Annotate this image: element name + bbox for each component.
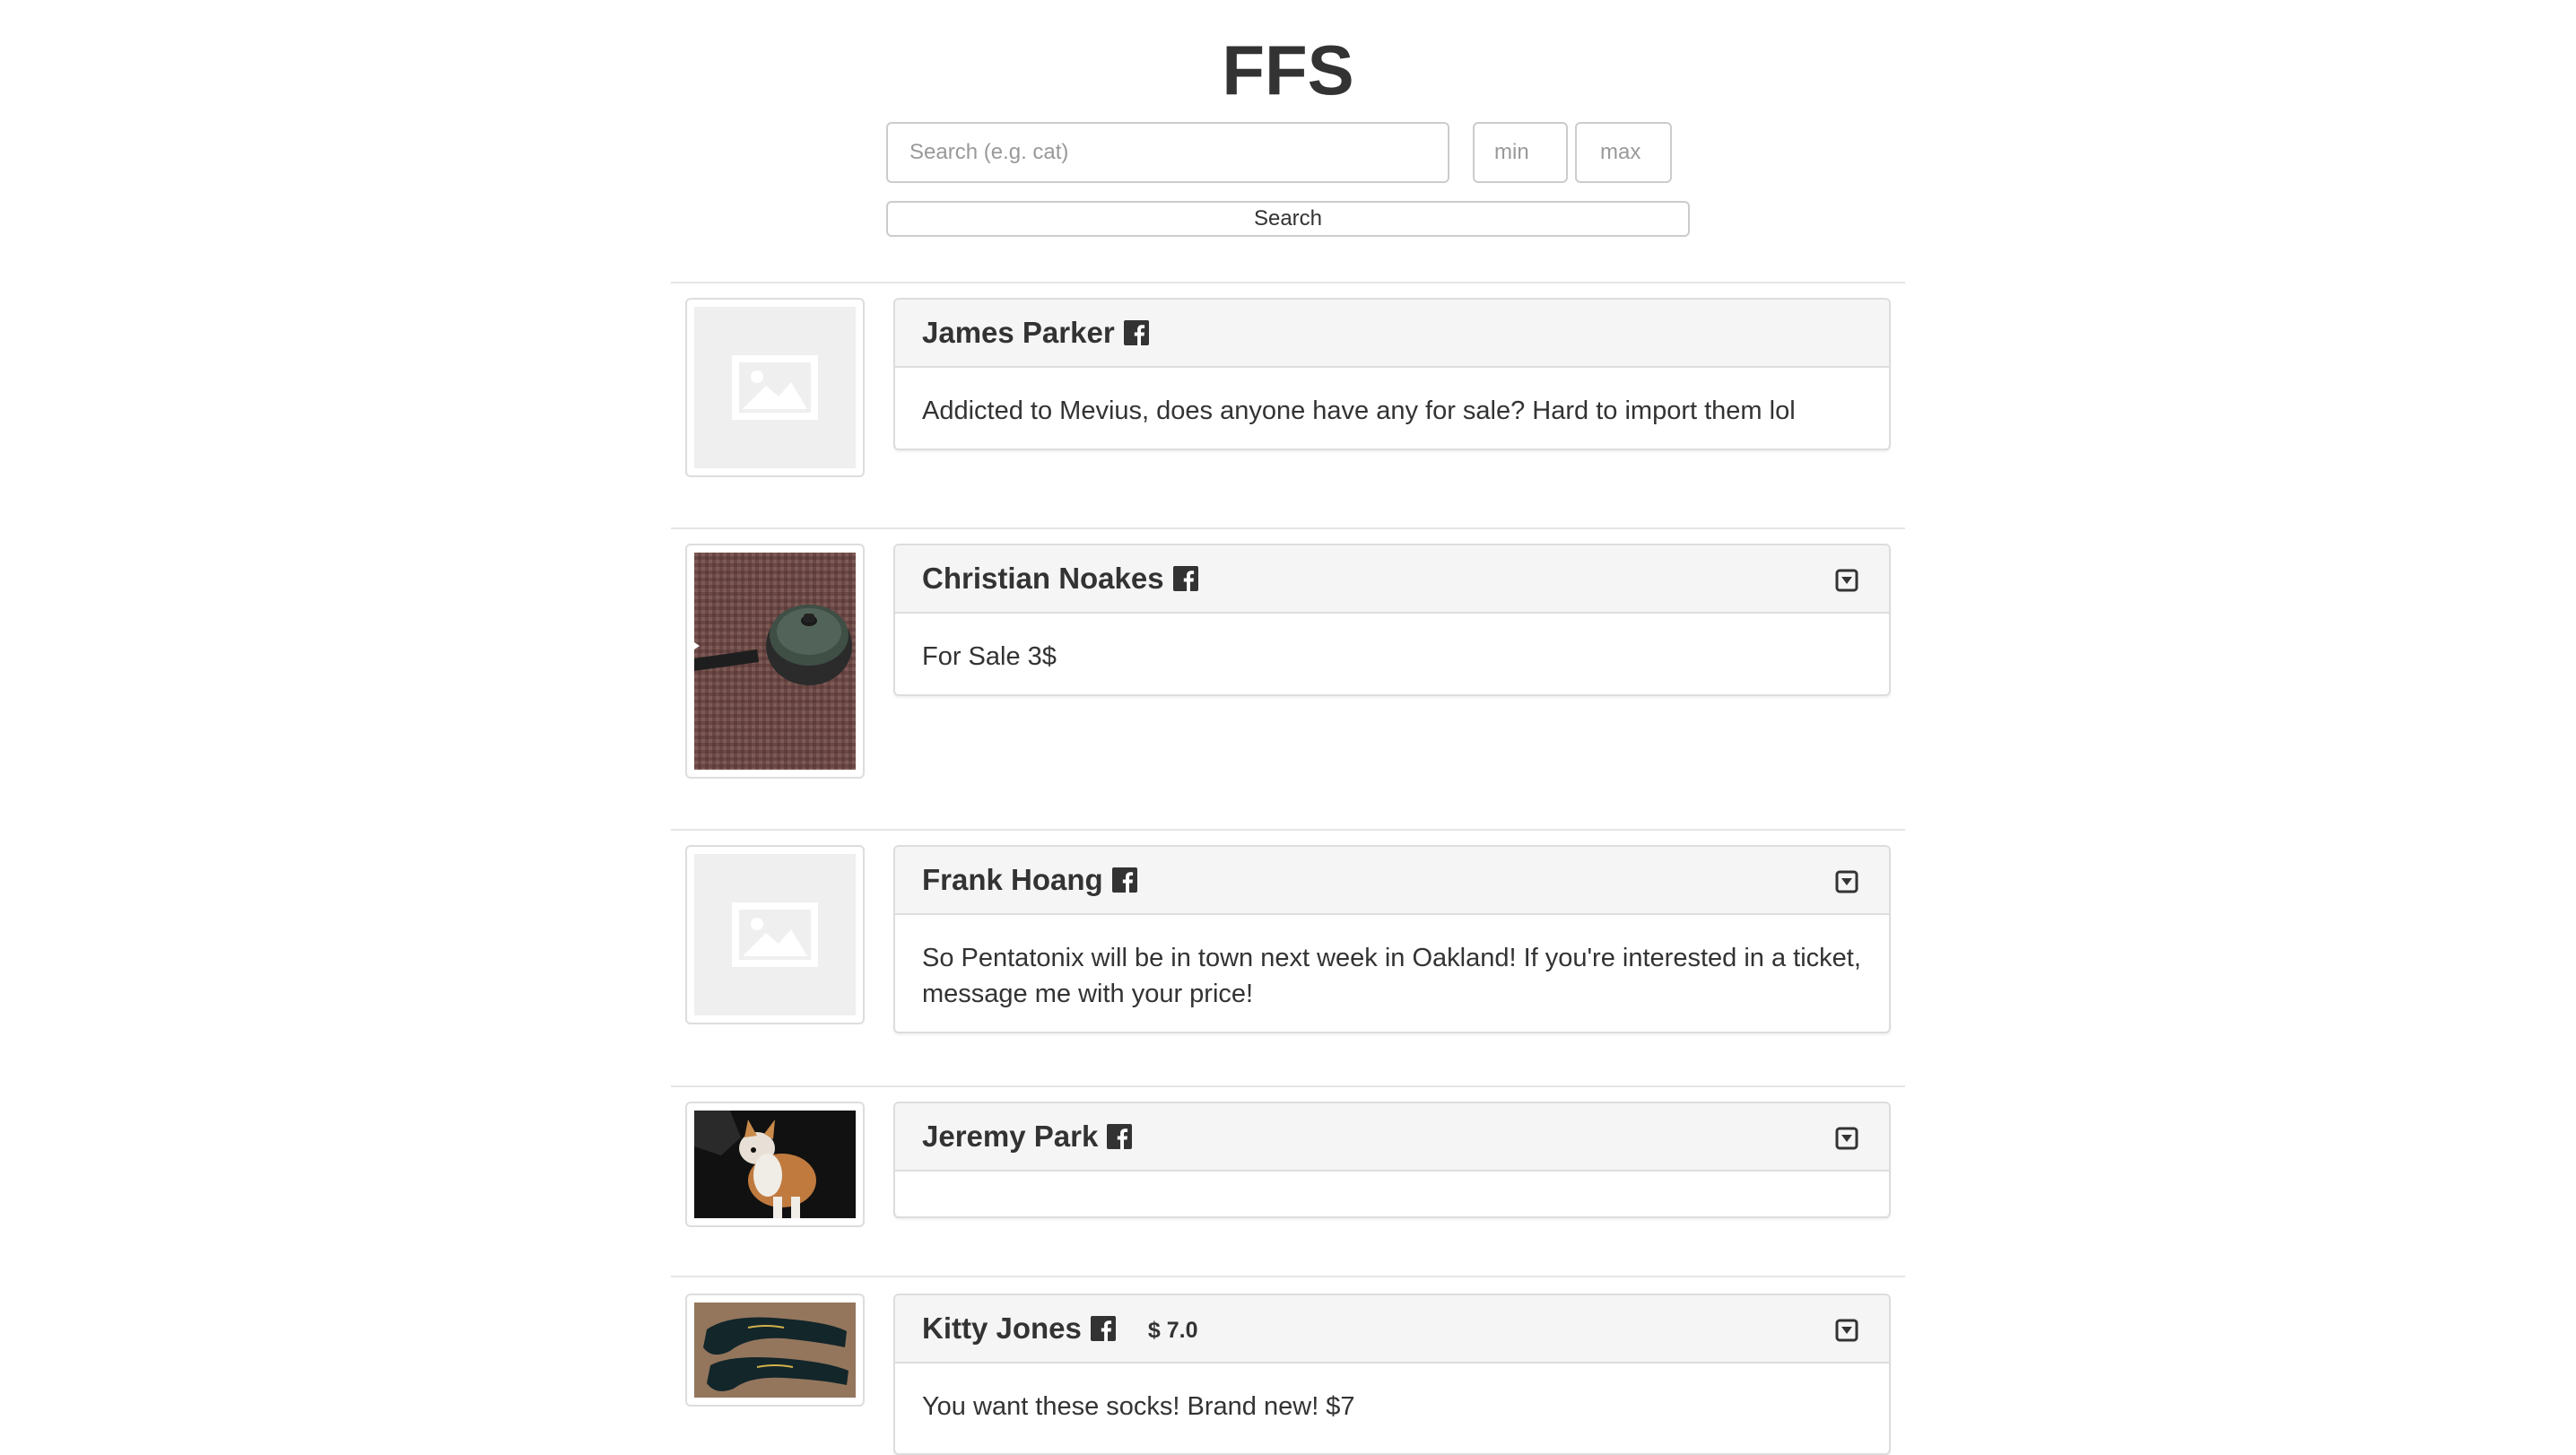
post-body [895,1172,1889,1216]
post-heading: Christian Noakes [895,545,1889,614]
price-label: $ 7.0 [1147,1317,1198,1343]
post-body: So Pentatonix will be in town next week … [922,944,1861,1008]
facebook-icon[interactable] [1107,1124,1133,1149]
post-heading: Kitty Jones $ 7.0 [895,1295,1889,1364]
max-price-input[interactable] [1575,122,1672,183]
post-heading: Frank Hoang [895,847,1889,915]
socks-photo [694,1303,856,1398]
poster-name[interactable]: Christian Noakes [922,562,1164,596]
post-panel: James Parker Addicted to Mevius, does an… [893,298,1891,450]
poster-name[interactable]: Kitty Jones [922,1311,1082,1346]
post-body: Addicted to Mevius, does anyone have any… [922,396,1796,425]
post-panel: Christian Noakes For Sale 3$ [893,544,1891,696]
search-button[interactable]: Search [886,201,1690,237]
post-thumbnail[interactable] [685,1102,865,1227]
image-placeholder-icon [694,307,856,468]
poster-name[interactable]: Frank Hoang [922,863,1103,897]
post-body: You want these socks! Brand new! $7 [922,1392,1355,1421]
post-thumbnail[interactable] [685,1294,865,1407]
post-thumbnail[interactable] [685,298,865,477]
post-thumbnail[interactable] [685,845,865,1024]
search-input[interactable] [886,122,1449,183]
poster-name[interactable]: James Parker [922,316,1115,350]
post-thumbnail[interactable] [685,544,865,779]
divider [671,1276,1905,1277]
saucepan-photo [694,553,856,770]
image-placeholder-icon [694,854,856,1015]
poster-name[interactable]: Jeremy Park [922,1120,1098,1154]
post-panel: Kitty Jones $ 7.0 You want these socks! … [893,1294,1891,1455]
facebook-icon[interactable] [1123,320,1149,345]
post-heading: James Parker [895,300,1889,368]
divider [671,282,1905,283]
facebook-icon[interactable] [1090,1316,1116,1341]
divider [671,829,1905,831]
corgi-photo [694,1111,856,1218]
post-heading: Jeremy Park [895,1103,1889,1172]
post-body: For Sale 3$ [922,642,1057,671]
divider [671,527,1905,529]
facebook-icon[interactable] [1111,867,1137,893]
chevron-down-icon[interactable] [1835,1319,1858,1342]
search-form: Search [0,0,2576,242]
divider [671,1085,1905,1087]
min-price-input[interactable] [1473,122,1568,183]
post-panel: Jeremy Park [893,1102,1891,1218]
chevron-down-icon[interactable] [1835,569,1858,592]
chevron-down-icon[interactable] [1835,870,1858,893]
post-panel: Frank Hoang So Pentatonix will be in tow… [893,845,1891,1033]
chevron-down-icon[interactable] [1835,1127,1858,1150]
facebook-icon[interactable] [1172,566,1198,591]
